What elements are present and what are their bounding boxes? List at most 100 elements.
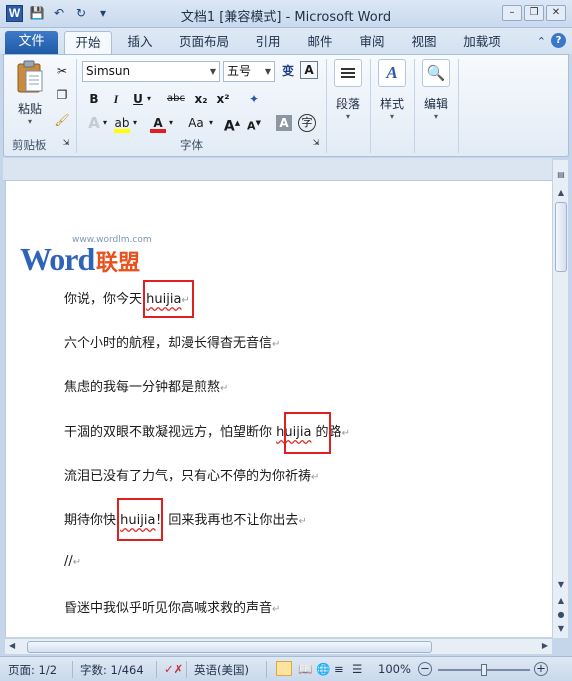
styles-label: 样式	[379, 97, 404, 111]
highlighter-icon: ab	[114, 116, 130, 130]
font-name-value: Simsun	[86, 64, 131, 78]
font-size-value: 五号	[227, 64, 252, 78]
proofing-icon[interactable]: ✓✗	[164, 662, 183, 676]
italic-button[interactable]: I	[106, 89, 126, 109]
tab-home[interactable]: 开始	[64, 31, 112, 54]
tab-references[interactable]: 引用	[248, 31, 288, 54]
line-text: 你说，你今天	[64, 292, 147, 307]
close-icon[interactable]: ✕	[546, 5, 566, 21]
font-size-combo[interactable]: 五号 ▼	[223, 61, 275, 82]
highlight-box	[117, 498, 163, 541]
document-line[interactable]: 焦虑的我每一分钟都是煎熬↵	[64, 376, 228, 395]
tab-review[interactable]: 审阅	[352, 31, 392, 54]
line-text: 干涸的双眼不敢凝视远方，怕望断你	[64, 425, 277, 440]
word-count[interactable]: 字数: 1/464	[80, 662, 144, 678]
outline-icon[interactable]: ≡	[334, 662, 344, 676]
tab-insert[interactable]: 插入	[120, 31, 160, 54]
subscript-button[interactable]: x₂	[191, 89, 211, 109]
draft-icon[interactable]: ☰	[352, 662, 362, 676]
styles-button[interactable]: A 样式 ▾	[374, 59, 410, 121]
bold-button[interactable]: B	[84, 89, 104, 109]
enclose-characters-button[interactable]: 字	[298, 114, 316, 132]
text-effects-dropdown-icon[interactable]: ▾	[100, 113, 110, 133]
change-case-button[interactable]: Aa	[184, 113, 208, 133]
shrink-font-button[interactable]: A▼	[244, 113, 264, 133]
help-icon[interactable]: ?	[551, 33, 566, 48]
highlight-dropdown-icon[interactable]: ▾	[130, 113, 140, 133]
chevron-down-icon: ▼	[209, 67, 216, 76]
font-group-label: 字体	[180, 138, 203, 152]
vertical-scrollbar[interactable]: ▤ ▲ ▼ ▲ ● ▼	[552, 160, 568, 638]
zoom-slider[interactable]	[438, 664, 530, 676]
change-case-dropdown-icon[interactable]: ▾	[206, 113, 216, 133]
paragraph-mark: ↵	[220, 383, 229, 394]
window-title: 文档1 [兼容模式] - Microsoft Word	[180, 10, 392, 25]
scroll-up-icon[interactable]: ▲	[553, 186, 569, 200]
minimize-icon[interactable]: –	[502, 5, 522, 21]
clear-formatting-icon[interactable]: ✦	[244, 89, 264, 109]
font-name-combo[interactable]: Simsun ▼	[82, 61, 220, 82]
tab-view[interactable]: 视图	[404, 31, 444, 54]
editing-button[interactable]: 🔍 编辑 ▾	[418, 59, 454, 121]
browse-object-icon[interactable]: ●	[553, 608, 569, 622]
document-line[interactable]: 六个小时的航程，却漫长得杳无音信↵	[64, 332, 280, 351]
scroll-right-icon[interactable]: ▶	[542, 641, 548, 650]
zoom-slider-thumb[interactable]	[481, 664, 487, 676]
font-color-button[interactable]: A	[148, 113, 168, 133]
strikethrough-button[interactable]: abc	[164, 89, 188, 109]
paste-label: 粘贴	[17, 102, 42, 116]
zoom-in-icon[interactable]: +	[534, 662, 548, 676]
scroll-thumb[interactable]	[555, 202, 567, 272]
tab-file[interactable]: 文件	[5, 31, 58, 54]
tab-page-layout[interactable]: 页面布局	[172, 31, 236, 54]
format-painter-icon[interactable]: 🖌	[52, 110, 72, 130]
underline-dropdown-icon[interactable]: ▾	[144, 89, 154, 109]
tab-add-ins[interactable]: 加载项	[454, 31, 510, 54]
cut-icon[interactable]: ✂	[52, 61, 72, 81]
document-line[interactable]: 期待你快 huijia！回来我再也不让你出去↵	[64, 509, 307, 528]
superscript-button[interactable]: x²	[213, 89, 233, 109]
paste-dropdown-icon[interactable]: ▾	[10, 117, 50, 126]
document-line[interactable]: 昏迷中我似乎听见你高喊求救的声音↵	[64, 597, 280, 616]
language-indicator[interactable]: 英语(美国)	[194, 662, 249, 678]
styles-icon: A	[378, 59, 406, 87]
grow-font-button[interactable]: A▲	[222, 113, 242, 135]
zoom-out-icon[interactable]: −	[418, 662, 432, 676]
tab-mailings[interactable]: 邮件	[300, 31, 340, 54]
paragraph-mark: ↵	[311, 472, 320, 483]
page-count[interactable]: 页面: 1/2	[8, 662, 57, 678]
document-line[interactable]: //↵	[64, 554, 81, 569]
document-page[interactable]: www.wordlm.com Word 联盟 你说，你今天 huijia↵ 六个…	[5, 181, 552, 637]
character-shading-button[interactable]: A	[276, 115, 292, 131]
minimize-ribbon-icon[interactable]: ⌃	[537, 35, 546, 48]
font-color-dropdown-icon[interactable]: ▾	[166, 113, 176, 133]
paste-button[interactable]: 粘贴 ▾	[10, 59, 50, 126]
restore-icon[interactable]: ❐	[524, 5, 544, 21]
binoculars-icon: 🔍	[422, 59, 450, 87]
ruler-toggle-icon[interactable]: ▤	[553, 168, 569, 182]
copy-icon[interactable]: ❐	[52, 85, 72, 105]
phonetic-guide-button[interactable]: 变	[278, 61, 298, 81]
horizontal-scrollbar[interactable]: ◀ ▶	[5, 638, 552, 654]
font-launcher-icon[interactable]: ⇲	[310, 137, 322, 149]
scroll-left-icon[interactable]: ◀	[9, 641, 15, 650]
next-page-icon[interactable]: ▼	[553, 622, 569, 636]
full-screen-reading-icon[interactable]: 📖	[298, 662, 312, 676]
previous-page-icon[interactable]: ▲	[553, 594, 569, 608]
document-line[interactable]: 流泪已没有了力气，只有心不停的为你祈祷↵	[64, 465, 319, 484]
zoom-level[interactable]: 100%	[378, 662, 411, 676]
character-border-top-button[interactable]: A	[300, 61, 318, 79]
line-text: 期待你快	[64, 513, 121, 528]
web-layout-icon[interactable]: 🌐	[316, 662, 330, 676]
logo-word: Word	[20, 241, 95, 277]
logo-cn: 联盟	[96, 251, 141, 276]
scroll-down-icon[interactable]: ▼	[553, 578, 569, 592]
scroll-thumb[interactable]	[27, 641, 432, 653]
line-text: 昏迷中我似乎听见你高喊求救的声音	[64, 601, 273, 616]
highlight-button[interactable]: ab	[112, 113, 132, 133]
clipboard-launcher-icon[interactable]: ⇲	[60, 137, 72, 149]
paragraph-mark: ↵	[298, 516, 307, 527]
print-layout-icon[interactable]	[276, 661, 292, 676]
line-text: 焦虑的我每一分钟都是煎熬	[64, 380, 221, 395]
paragraph-button[interactable]: 段落 ▾	[330, 59, 366, 121]
